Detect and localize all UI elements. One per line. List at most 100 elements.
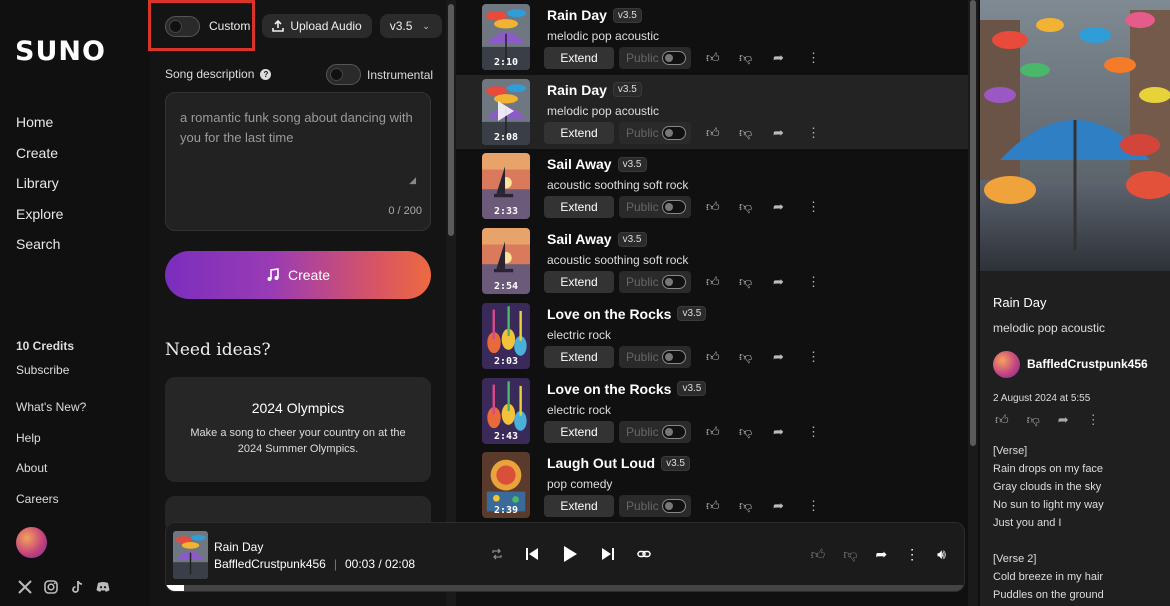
- play-icon[interactable]: [561, 545, 579, 563]
- song-row[interactable]: 2:33 Sail Away v3.5 acoustic soothing so…: [456, 149, 968, 224]
- thumbs-down-icon[interactable]: 👎︎: [739, 125, 752, 141]
- public-toggle[interactable]: Public: [619, 420, 691, 443]
- player-cover-art[interactable]: [173, 531, 208, 579]
- nav-library[interactable]: Library: [16, 173, 63, 204]
- extend-button[interactable]: Extend: [544, 495, 614, 518]
- custom-toggle[interactable]: [165, 15, 200, 37]
- more-options-icon[interactable]: ⋮: [807, 125, 820, 141]
- more-options-icon[interactable]: ⋮: [807, 424, 820, 440]
- thumbs-down-icon[interactable]: 👎︎: [739, 199, 752, 215]
- thumbs-down-icon[interactable]: 👎︎: [739, 50, 752, 66]
- thumbs-down-icon[interactable]: 👎︎: [1027, 412, 1040, 428]
- song-title[interactable]: Laugh Out Loud: [547, 455, 655, 471]
- song-row[interactable]: 2:03 Love on the Rocks v3.5 electric roc…: [456, 299, 968, 374]
- song-row[interactable]: 2:54 Sail Away v3.5 acoustic soothing so…: [456, 224, 968, 299]
- extend-button[interactable]: Extend: [544, 47, 614, 69]
- song-title[interactable]: Rain Day: [547, 7, 607, 23]
- share-icon[interactable]: ➦: [773, 349, 784, 365]
- more-options-icon[interactable]: ⋮: [807, 498, 820, 514]
- song-title[interactable]: Rain Day: [547, 82, 607, 98]
- creator-avatar[interactable]: [993, 351, 1020, 378]
- song-title[interactable]: Love on the Rocks: [547, 381, 671, 397]
- nav-explore[interactable]: Explore: [16, 204, 63, 235]
- tiktok-icon[interactable]: [69, 579, 85, 595]
- extend-button[interactable]: Extend: [544, 345, 614, 368]
- idea-card[interactable]: 2024 Olympics Make a song to cheer your …: [165, 377, 431, 482]
- song-cover-art[interactable]: 2:03: [482, 302, 530, 369]
- share-icon[interactable]: ➦: [1058, 412, 1069, 428]
- nav-home[interactable]: Home: [16, 112, 63, 143]
- player-title[interactable]: Rain Day: [214, 540, 263, 554]
- song-cover-art[interactable]: 2:33: [482, 153, 530, 220]
- song-row[interactable]: 2:08 Rain Day v3.5 melodic pop acoustic …: [456, 74, 968, 150]
- thumbs-up-icon[interactable]: 👍︎: [706, 199, 720, 215]
- thumbs-down-icon[interactable]: 👎︎: [739, 498, 752, 514]
- help-link[interactable]: Help: [16, 431, 86, 462]
- scrollbar-thumb[interactable]: [970, 0, 976, 446]
- share-icon[interactable]: ➦: [773, 50, 784, 66]
- thumbs-down-icon[interactable]: 👎︎: [739, 349, 752, 365]
- song-cover-art[interactable]: 2:43: [482, 377, 530, 444]
- song-row[interactable]: 2:10 Rain Day v3.5 melodic pop acoustic …: [456, 0, 968, 75]
- public-switch[interactable]: [662, 51, 686, 65]
- careers-link[interactable]: Careers: [16, 492, 86, 523]
- instagram-icon[interactable]: [43, 579, 59, 595]
- discord-icon[interactable]: [95, 579, 111, 595]
- nav-search[interactable]: Search: [16, 234, 63, 265]
- share-icon[interactable]: ➦: [773, 274, 784, 290]
- previous-icon[interactable]: [525, 547, 539, 561]
- public-toggle[interactable]: Public: [619, 121, 691, 144]
- thumbs-down-icon[interactable]: 👎︎: [843, 546, 857, 563]
- x-icon[interactable]: [17, 579, 33, 595]
- song-cover-art[interactable]: 2:08: [482, 78, 530, 145]
- help-icon[interactable]: ?: [260, 68, 272, 80]
- thumbs-up-icon[interactable]: 👍︎: [995, 412, 1009, 428]
- more-options-icon[interactable]: ⋮: [807, 349, 820, 365]
- thumbs-down-icon[interactable]: 👎︎: [739, 274, 752, 290]
- link-icon[interactable]: [637, 547, 651, 561]
- share-icon[interactable]: ➦: [773, 199, 784, 215]
- public-switch[interactable]: [662, 424, 686, 439]
- song-title[interactable]: Sail Away: [547, 231, 612, 247]
- public-toggle[interactable]: Public: [619, 271, 691, 294]
- song-description-input[interactable]: a romantic funk song about dancing with …: [165, 92, 431, 231]
- thumbs-up-icon[interactable]: 👍︎: [706, 274, 720, 290]
- public-switch[interactable]: [662, 349, 686, 364]
- share-icon[interactable]: ➦: [875, 546, 887, 563]
- share-icon[interactable]: ➦: [773, 424, 784, 440]
- song-cover-art[interactable]: 2:39: [482, 452, 530, 519]
- thumbs-up-icon[interactable]: 👍︎: [706, 125, 720, 141]
- public-toggle[interactable]: Public: [619, 495, 691, 518]
- more-options-icon[interactable]: ⋮: [1087, 412, 1100, 428]
- user-avatar[interactable]: [16, 527, 47, 558]
- thumbs-up-icon[interactable]: 👍︎: [706, 424, 720, 440]
- more-options-icon[interactable]: ⋮: [807, 274, 820, 290]
- thumbs-up-icon[interactable]: 👍︎: [706, 349, 720, 365]
- share-icon[interactable]: ➦: [773, 125, 784, 141]
- thumbs-down-icon[interactable]: 👎︎: [739, 424, 752, 440]
- instrumental-toggle[interactable]: [326, 64, 361, 85]
- song-row[interactable]: 2:43 Love on the Rocks v3.5 electric roc…: [456, 374, 968, 449]
- subscribe-link[interactable]: Subscribe: [16, 363, 69, 377]
- next-icon[interactable]: [601, 547, 615, 561]
- play-overlay-icon[interactable]: [498, 100, 514, 121]
- public-toggle[interactable]: Public: [619, 345, 691, 368]
- extend-button[interactable]: Extend: [544, 121, 614, 144]
- extend-button[interactable]: Extend: [544, 271, 614, 294]
- player-artist[interactable]: BaffledCrustpunk456: [214, 557, 326, 571]
- share-icon[interactable]: ➦: [773, 498, 784, 514]
- more-options-icon[interactable]: ⋮: [807, 50, 820, 66]
- song-title[interactable]: Love on the Rocks: [547, 306, 671, 322]
- thumbs-up-icon[interactable]: 👍︎: [706, 50, 720, 66]
- creator-username[interactable]: BaffledCrustpunk456: [1027, 357, 1148, 371]
- nav-create[interactable]: Create: [16, 143, 63, 174]
- more-options-icon[interactable]: ⋮: [905, 546, 919, 563]
- public-switch[interactable]: [662, 275, 686, 290]
- create-panel-scrollbar[interactable]: [446, 0, 456, 606]
- public-toggle[interactable]: Public: [619, 196, 691, 219]
- extend-button[interactable]: Extend: [544, 420, 614, 443]
- thumbs-up-icon[interactable]: 👍︎: [706, 498, 720, 514]
- repeat-icon[interactable]: [491, 548, 503, 560]
- song-list-scrollbar[interactable]: [968, 0, 978, 606]
- public-toggle[interactable]: Public: [619, 47, 691, 69]
